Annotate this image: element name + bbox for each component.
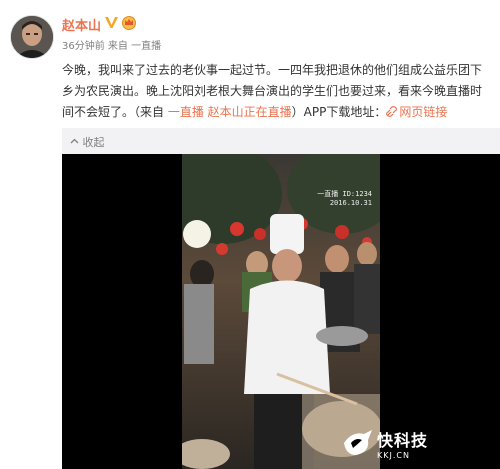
collapse-bar: 收起: [62, 128, 500, 154]
video-frame: 一直播 ID:1234 2016.10.31: [182, 154, 380, 469]
weibo-post: 赵本山 36分钟前 来自 一直播 今晚，我叫来了过去的老伙事一起过节。一四年我把…: [0, 0, 500, 469]
overlay-line2: 2016.10.31: [329, 199, 372, 207]
collapse-label: 收起: [82, 136, 105, 149]
collapse-button[interactable]: 收起: [70, 134, 105, 150]
source-prefix: 来自: [107, 41, 128, 52]
live-link[interactable]: 一直播 赵本山正在直播: [168, 105, 292, 119]
post-text: 今晚，我叫来了过去的老伙事一起过节。一四年我把退休的他们组成公益乐团下乡为农民演…: [62, 60, 490, 123]
link-icon: [386, 106, 398, 117]
video-overlay: 一直播 ID:1234 2016.10.31: [317, 190, 372, 208]
watermark: 快科技 KKJ.CN: [342, 426, 428, 460]
author-name[interactable]: 赵本山: [62, 15, 101, 34]
verified-v-icon: [104, 15, 119, 30]
video-player[interactable]: 一直播 ID:1234 2016.10.31: [62, 154, 500, 469]
post-text-part2: ）APP下载地址：: [291, 105, 387, 119]
watermark-url: KKJ.CN: [377, 450, 410, 460]
collapse-arrow-icon: [70, 138, 79, 144]
crown-icon: [121, 14, 137, 30]
post-meta: 36分钟前 来自 一直播: [62, 37, 161, 52]
overlay-line1: 一直播 ID:1234: [317, 190, 372, 198]
post-time[interactable]: 36分钟前: [62, 41, 105, 52]
watermark-logo-icon: [344, 430, 372, 455]
avatar[interactable]: [10, 15, 54, 59]
post-source[interactable]: 一直播: [131, 41, 161, 52]
avatar-photo: [11, 16, 53, 58]
watermark-name: 快科技: [377, 430, 429, 450]
web-link-label: 网页链接: [399, 105, 448, 119]
web-link[interactable]: 网页链接: [386, 105, 447, 119]
